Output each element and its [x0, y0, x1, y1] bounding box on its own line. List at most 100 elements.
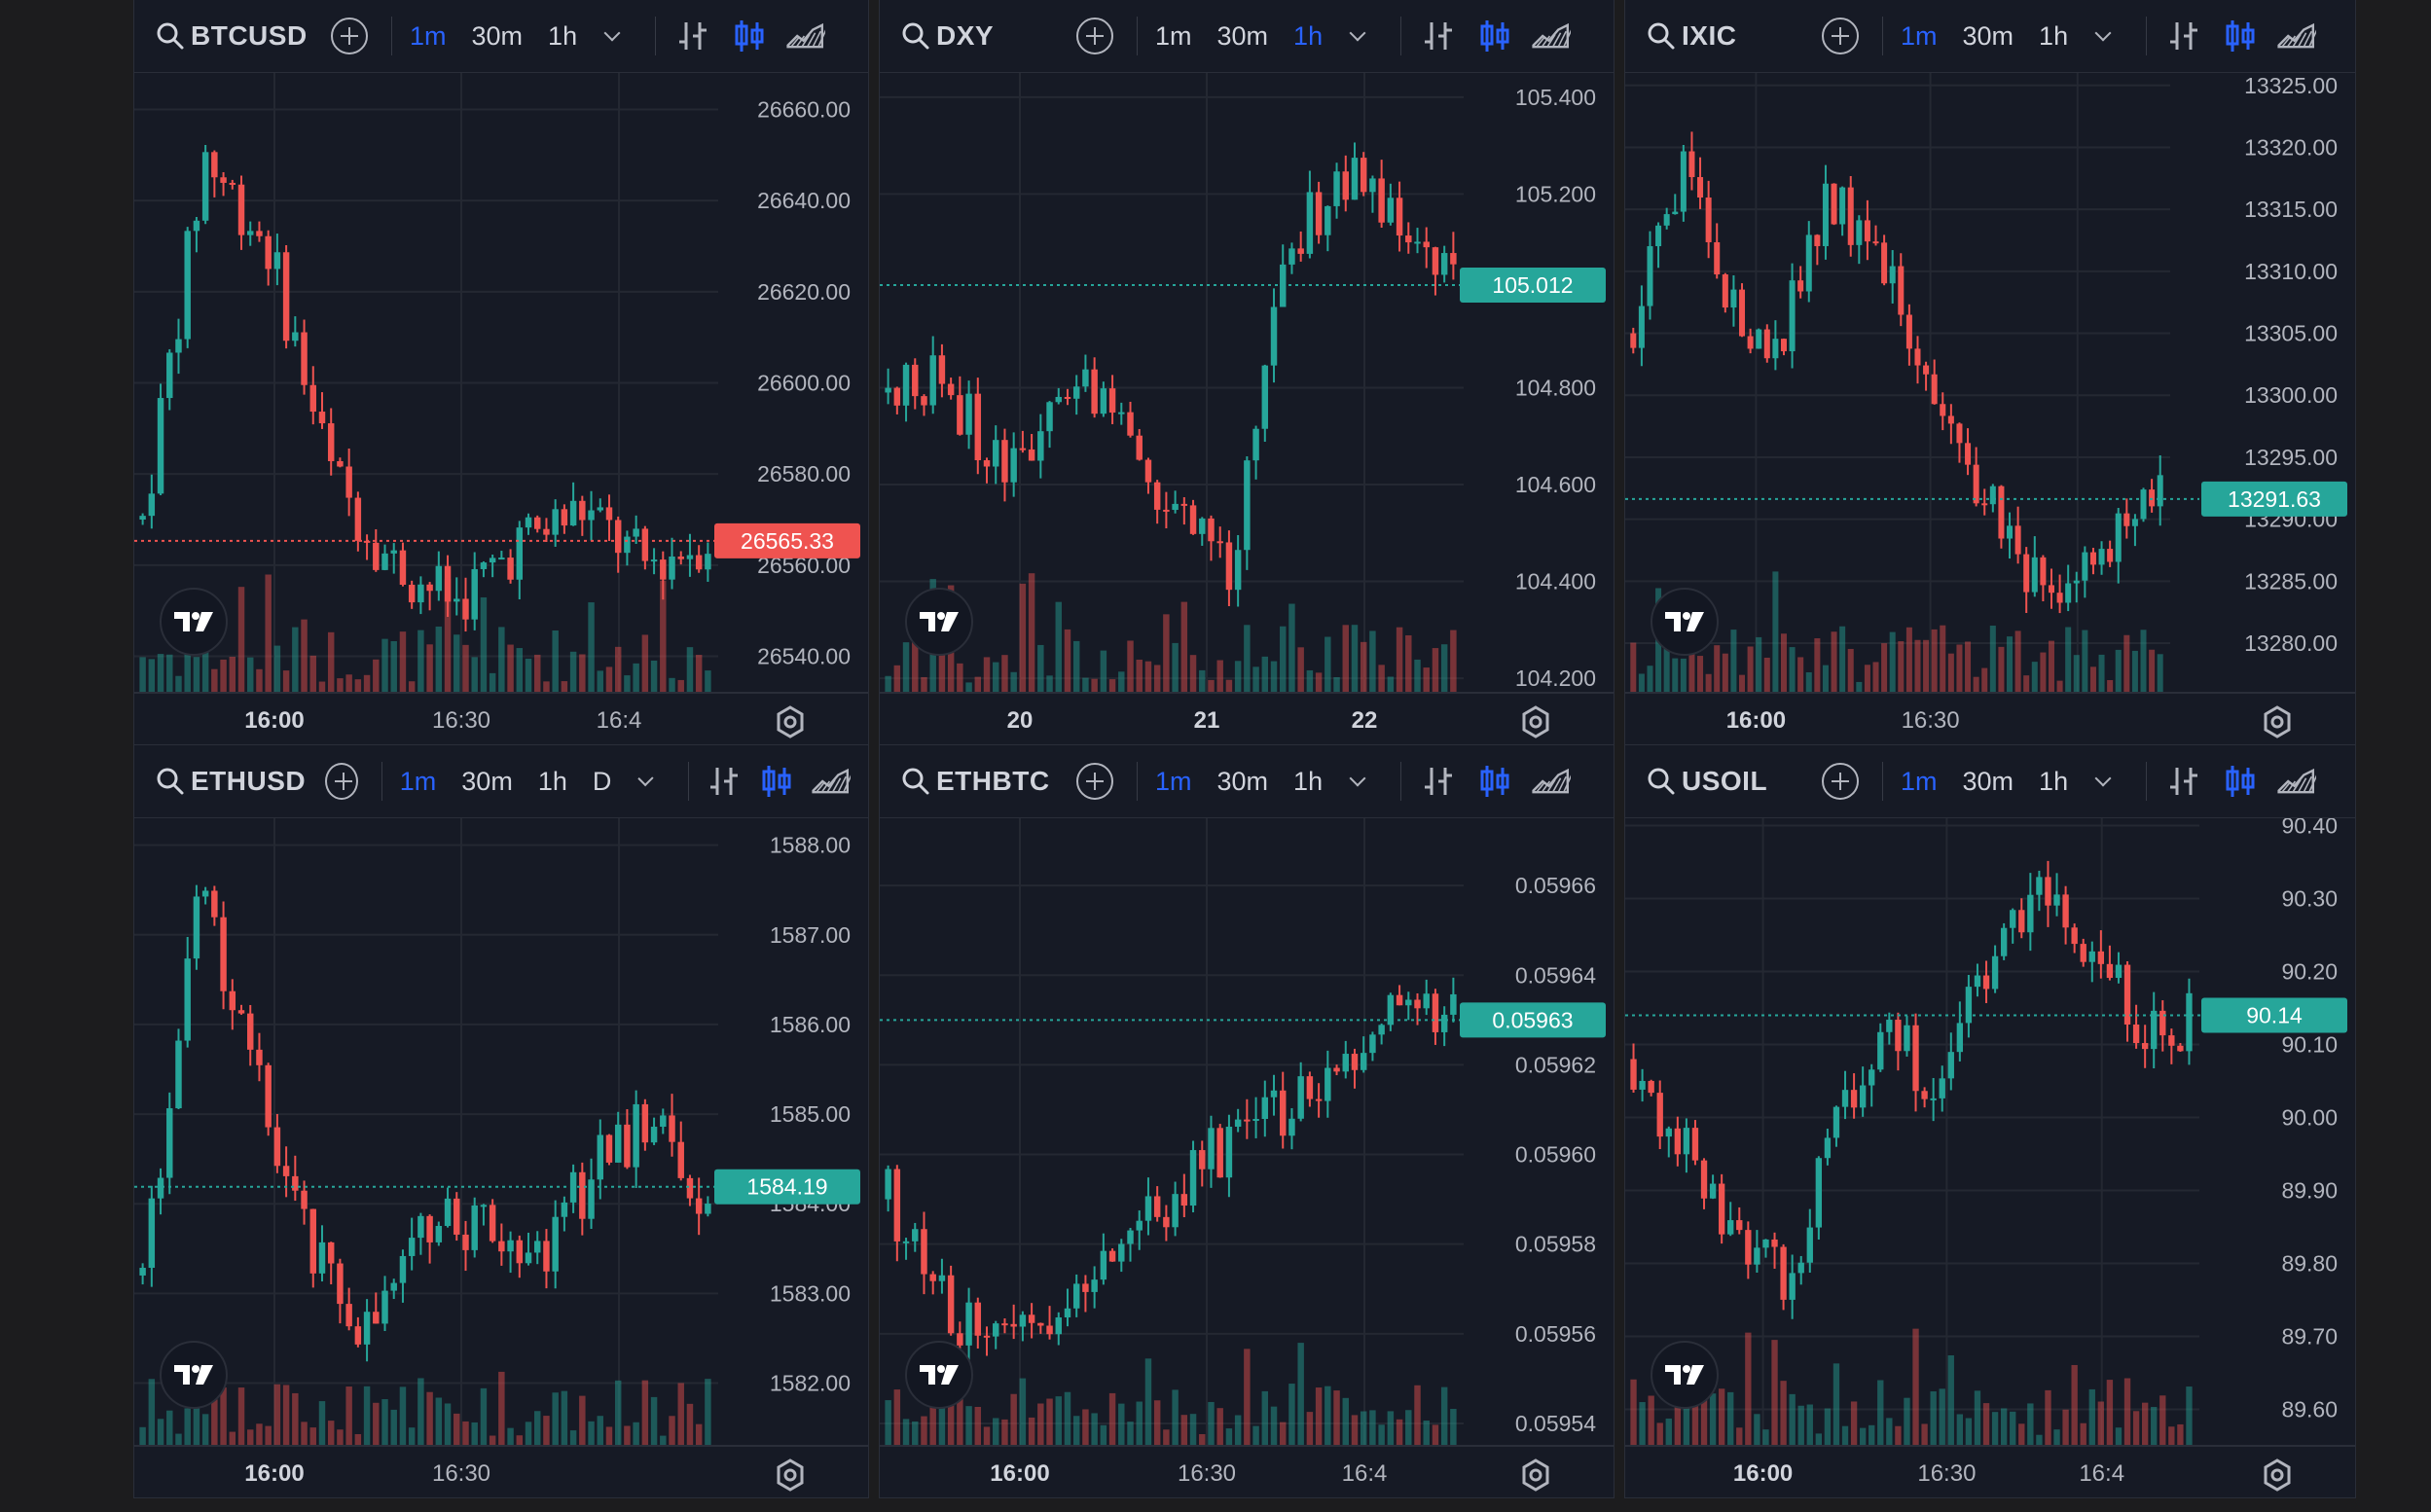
- candle-body: [1815, 1158, 1823, 1228]
- symbol-search-button[interactable]: IXIC: [1647, 20, 1802, 52]
- timeframe-1h[interactable]: 1h: [1293, 767, 1323, 797]
- tradingview-logo[interactable]: [160, 1341, 228, 1409]
- chevron-down-icon[interactable]: [2094, 770, 2112, 787]
- add-icon[interactable]: [1076, 18, 1113, 54]
- area-chart-icon[interactable]: [812, 762, 851, 801]
- timeframe-1m[interactable]: 1m: [1155, 21, 1192, 52]
- chart-area[interactable]: 1588.001587.001586.001585.001584.001583.…: [134, 818, 868, 1497]
- add-icon[interactable]: [325, 763, 358, 800]
- price-chart[interactable]: 105.400 105.200 104.800 104.600 104.400 104.2…: [880, 73, 1615, 745]
- price-chart[interactable]: 90.40 90.30 90.20 90.10 90.00 89.90 89.80 89.70…: [1625, 818, 2356, 1498]
- candle-body: [1655, 225, 1662, 247]
- add-icon[interactable]: [1076, 763, 1113, 800]
- add-icon[interactable]: [331, 18, 368, 54]
- chart-area[interactable]: 90.40 90.30 90.20 90.10 90.00 89.90 89.80 89.70…: [1625, 818, 2355, 1497]
- settings-icon[interactable]: [1518, 1458, 1553, 1493]
- candle-body: [1414, 241, 1421, 244]
- add-icon[interactable]: [1822, 763, 1859, 800]
- bar-chart-icon[interactable]: [2164, 762, 2203, 801]
- chart-area[interactable]: 26660.00 26640.00 26620.00 26600.00 26580.00…: [134, 73, 868, 744]
- volume-bar: [1780, 1381, 1787, 1446]
- symbol-search-button[interactable]: DXY: [901, 20, 1057, 52]
- area-chart-icon[interactable]: [1532, 17, 1572, 55]
- area-chart-icon[interactable]: [2277, 17, 2317, 55]
- candle-body: [2097, 951, 2105, 964]
- candle-body: [1965, 987, 1973, 1024]
- symbol-search-button[interactable]: USOIL: [1647, 766, 1802, 797]
- timeframe-1m[interactable]: 1m: [1901, 767, 1938, 797]
- symbol-search-button[interactable]: BTCUSD: [156, 20, 311, 52]
- area-chart-icon[interactable]: [1532, 762, 1572, 801]
- timeframe-30m[interactable]: 30m: [1963, 21, 2014, 52]
- candle-body: [1680, 151, 1687, 212]
- timeframe-30m[interactable]: 30m: [461, 767, 513, 797]
- add-icon[interactable]: [1822, 18, 1859, 54]
- candles-icon[interactable]: [759, 762, 794, 801]
- timeframe-D[interactable]: D: [593, 767, 612, 797]
- tradingview-logo[interactable]: [905, 1341, 973, 1409]
- timeframe-30m[interactable]: 30m: [1217, 767, 1269, 797]
- timeframe-30m[interactable]: 30m: [1963, 767, 2014, 797]
- chart-area[interactable]: 0.05966 0.05964 0.05962 0.05960 0.05958 0.059…: [880, 818, 1614, 1497]
- timeframe-1m[interactable]: 1m: [400, 767, 437, 797]
- candles-icon[interactable]: [2221, 762, 2260, 801]
- volume-bar: [417, 630, 424, 693]
- timeframe-1h[interactable]: 1h: [2039, 21, 2068, 52]
- price-chart[interactable]: 1588.001587.001586.001585.001584.001583.…: [134, 818, 869, 1498]
- settings-icon[interactable]: [1518, 704, 1553, 739]
- bar-chart-icon[interactable]: [707, 762, 742, 801]
- price-chart[interactable]: 26660.00 26640.00 26620.00 26600.00 26580.00…: [134, 73, 869, 745]
- bar-chart-icon[interactable]: [2164, 17, 2203, 55]
- price-chart[interactable]: 13325.00 13320.00 13315.00 13310.00 13305.00…: [1625, 73, 2356, 745]
- settings-icon[interactable]: [2260, 704, 2295, 739]
- chart-area[interactable]: 13325.00 13320.00 13315.00 13310.00 13305.00…: [1625, 73, 2355, 744]
- toolbar-divider: [2146, 17, 2148, 55]
- timeframe-30m[interactable]: 30m: [1217, 21, 1269, 52]
- chevron-down-icon[interactable]: [603, 24, 621, 42]
- chevron-down-icon[interactable]: [2094, 24, 2112, 42]
- candles-icon[interactable]: [730, 17, 769, 55]
- timeframe-1m[interactable]: 1m: [1901, 21, 1938, 52]
- price-axis-label: 0.05958: [1515, 1232, 1596, 1257]
- settings-icon[interactable]: [773, 1458, 808, 1493]
- tradingview-logo[interactable]: [905, 588, 973, 656]
- chevron-down-icon[interactable]: [1349, 770, 1366, 787]
- timeframe-1m[interactable]: 1m: [1155, 767, 1192, 797]
- bar-chart-icon[interactable]: [1419, 762, 1458, 801]
- timeframe-1h[interactable]: 1h: [548, 21, 577, 52]
- settings-icon[interactable]: [773, 704, 808, 739]
- candle-body: [2140, 489, 2147, 520]
- bar-chart-icon[interactable]: [673, 17, 712, 55]
- tradingview-logo[interactable]: [160, 588, 228, 656]
- volume-bar: [1982, 1403, 1990, 1446]
- area-chart-icon[interactable]: [786, 17, 826, 55]
- timeframe-1m[interactable]: 1m: [410, 21, 447, 52]
- settings-icon[interactable]: [2260, 1458, 2295, 1493]
- volume-bar: [408, 681, 416, 693]
- candles-icon[interactable]: [1475, 762, 1514, 801]
- price-axis-label: 13320.00: [2244, 134, 2338, 160]
- price-chart[interactable]: 0.05966 0.05964 0.05962 0.05960 0.05958 0.059…: [880, 818, 1615, 1498]
- chevron-down-icon[interactable]: [1349, 24, 1366, 42]
- bar-chart-icon[interactable]: [1419, 17, 1458, 55]
- volume-bar: [660, 580, 667, 693]
- volume-bar: [1965, 1418, 1973, 1446]
- candles-icon[interactable]: [1475, 17, 1514, 55]
- timeframe-1h[interactable]: 1h: [1293, 21, 1323, 52]
- timeframe-30m[interactable]: 30m: [472, 21, 524, 52]
- toolbar-divider: [2146, 762, 2148, 801]
- timeframe-1h[interactable]: 1h: [2039, 767, 2068, 797]
- tradingview-logo[interactable]: [1651, 1341, 1719, 1409]
- volume-bar: [1153, 1400, 1161, 1446]
- tradingview-logo[interactable]: [1651, 588, 1719, 656]
- volume-bar: [1306, 669, 1314, 693]
- chart-area[interactable]: 105.400 105.200 104.800 104.600 104.400 104.2…: [880, 73, 1614, 744]
- timeframe-1h[interactable]: 1h: [538, 767, 567, 797]
- chevron-down-icon[interactable]: [637, 770, 654, 787]
- symbol-search-button[interactable]: ETHUSD: [156, 766, 306, 797]
- area-chart-icon[interactable]: [2277, 762, 2317, 801]
- candles-icon[interactable]: [2221, 17, 2260, 55]
- volume-bar: [543, 1416, 550, 1446]
- symbol-search-button[interactable]: ETHBTC: [901, 766, 1057, 797]
- candle-body: [1747, 336, 1754, 349]
